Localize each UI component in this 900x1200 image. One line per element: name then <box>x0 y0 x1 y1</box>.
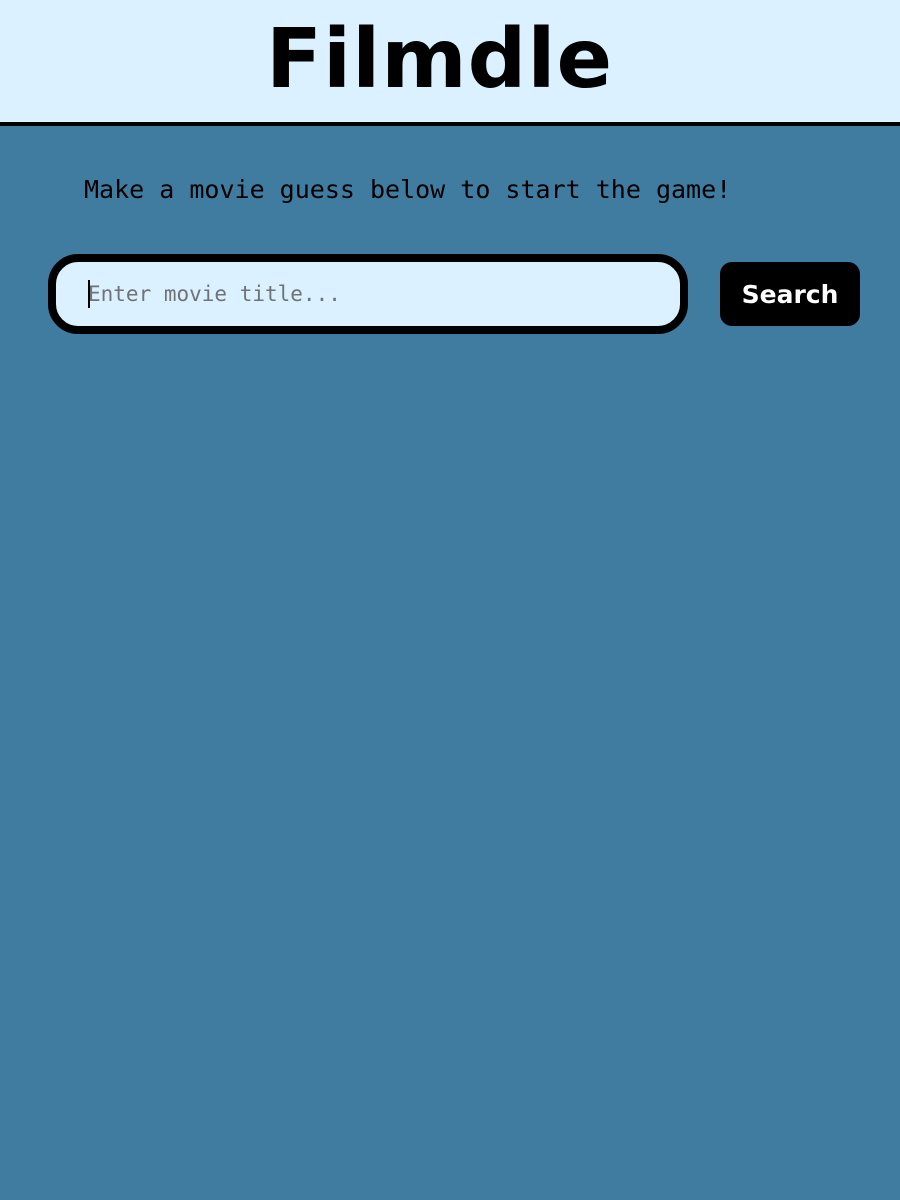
movie-search-input[interactable] <box>48 254 688 334</box>
site-logo: Filmdle <box>266 12 614 107</box>
game-instructions: Make a movie guess below to start the ga… <box>84 175 732 204</box>
site-header: Filmdle <box>0 0 900 126</box>
search-button[interactable]: Search <box>720 262 860 326</box>
text-cursor <box>88 280 90 308</box>
